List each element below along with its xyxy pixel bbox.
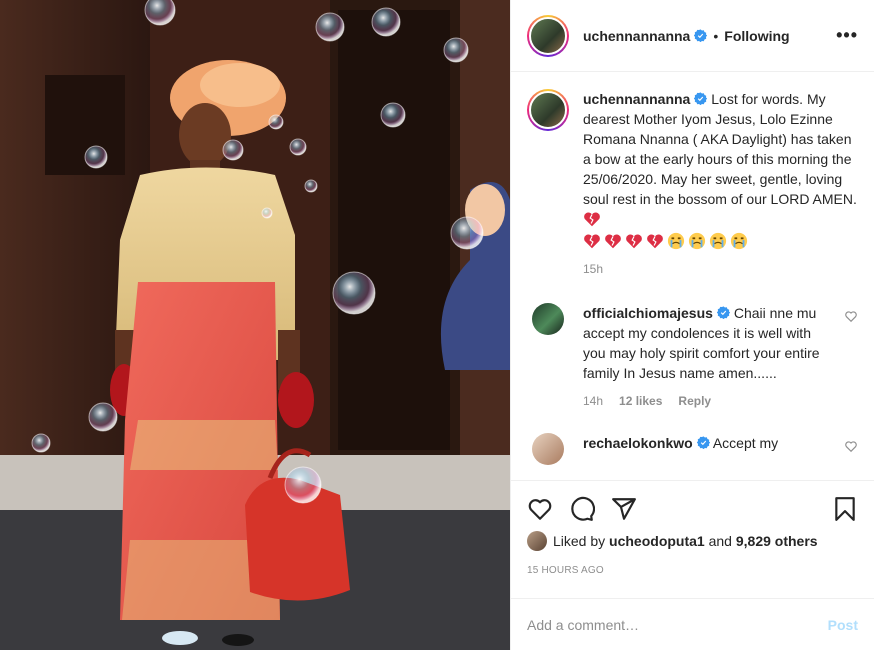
comment-username[interactable]: rechaelokonkwo bbox=[583, 435, 693, 451]
add-comment-input[interactable] bbox=[527, 616, 828, 633]
comment-body: officialchiomajesus Chaii nne mu accept … bbox=[583, 303, 836, 411]
action-icons bbox=[527, 481, 858, 537]
add-comment-bar: Post bbox=[511, 598, 874, 650]
caption-body: uchennannanna Lost for words. My dearest… bbox=[583, 89, 858, 279]
comment-like-heart-icon[interactable] bbox=[844, 309, 858, 323]
likes-summary: Liked by ucheodoputa1 and 9,829 others bbox=[527, 531, 858, 551]
comment-like-heart-icon[interactable] bbox=[844, 439, 858, 453]
broken-heart-icon bbox=[605, 234, 621, 249]
comments-list[interactable]: uchennannanna Lost for words. My dearest… bbox=[511, 73, 874, 480]
caption-username[interactable]: uchennannanna bbox=[583, 91, 690, 107]
bookmark-icon[interactable] bbox=[832, 496, 858, 522]
comment-meta: 14h 12 likes Reply bbox=[583, 391, 836, 411]
post-photo[interactable] bbox=[0, 0, 510, 650]
crying-face-icon bbox=[688, 232, 706, 250]
author-info: uchennannanna • Following bbox=[583, 28, 790, 44]
comment-username[interactable]: officialchiomajesus bbox=[583, 305, 713, 321]
caption-emoji-row bbox=[583, 231, 858, 251]
post-timestamp[interactable]: 15 HOURS AGO bbox=[527, 565, 858, 576]
caption-row: uchennannanna Lost for words. My dearest… bbox=[527, 89, 858, 279]
comment-body: rechaelokonkwo Accept my bbox=[583, 433, 836, 453]
crying-face-icon bbox=[709, 232, 727, 250]
comment-time[interactable]: 14h bbox=[583, 391, 603, 411]
broken-heart-icon bbox=[584, 212, 600, 227]
caption-avatar[interactable] bbox=[527, 89, 569, 131]
comment-row: rechaelokonkwo Accept my bbox=[527, 433, 858, 465]
comment-likes[interactable]: 12 likes bbox=[619, 391, 662, 411]
post-side-panel: uchennannanna • Following ••• uchennanna… bbox=[510, 0, 874, 650]
crying-face-icon bbox=[730, 232, 748, 250]
post-comment-button[interactable]: Post bbox=[828, 617, 858, 633]
verified-badge-icon bbox=[696, 436, 710, 449]
broken-heart-icon bbox=[584, 234, 600, 249]
caption-time[interactable]: 15h bbox=[583, 259, 603, 279]
comment-icon[interactable] bbox=[569, 496, 595, 522]
author-avatar[interactable] bbox=[527, 14, 569, 57]
instagram-post-view: uchennannanna • Following ••• uchennanna… bbox=[0, 0, 874, 650]
author-username[interactable]: uchennannanna bbox=[583, 28, 690, 44]
likes-others-link[interactable]: 9,829 others bbox=[736, 533, 818, 549]
liker-avatar[interactable] bbox=[527, 531, 547, 551]
likes-middle: and bbox=[708, 533, 732, 549]
photo-illustration bbox=[0, 0, 510, 650]
broken-heart-icon bbox=[626, 234, 642, 249]
more-options-icon[interactable]: ••• bbox=[836, 25, 858, 46]
commenter-avatar[interactable] bbox=[532, 303, 564, 335]
heart-icon[interactable] bbox=[527, 496, 553, 522]
comment-text: Accept my bbox=[712, 435, 779, 451]
crying-face-icon bbox=[667, 232, 685, 250]
liker-username[interactable]: ucheodoputa1 bbox=[609, 533, 705, 549]
commenter-avatar[interactable] bbox=[532, 433, 564, 465]
verified-badge-icon bbox=[694, 29, 708, 42]
reply-button[interactable]: Reply bbox=[678, 391, 711, 411]
following-button[interactable]: Following bbox=[724, 28, 789, 44]
header-separator: • bbox=[713, 27, 719, 44]
caption-text: Lost for words. My dearest Mother Iyom J… bbox=[583, 91, 857, 207]
post-header: uchennannanna • Following ••• bbox=[511, 0, 874, 72]
verified-badge-icon bbox=[694, 92, 708, 105]
verified-badge-icon bbox=[716, 306, 730, 319]
caption-meta: 15h bbox=[583, 259, 858, 279]
share-icon[interactable] bbox=[611, 496, 637, 522]
comment-row: officialchiomajesus Chaii nne mu accept … bbox=[527, 303, 858, 411]
broken-heart-icon bbox=[647, 234, 663, 249]
post-actions: Liked by ucheodoputa1 and 9,829 others 1… bbox=[511, 480, 874, 576]
likes-prefix: Liked by bbox=[553, 533, 606, 549]
